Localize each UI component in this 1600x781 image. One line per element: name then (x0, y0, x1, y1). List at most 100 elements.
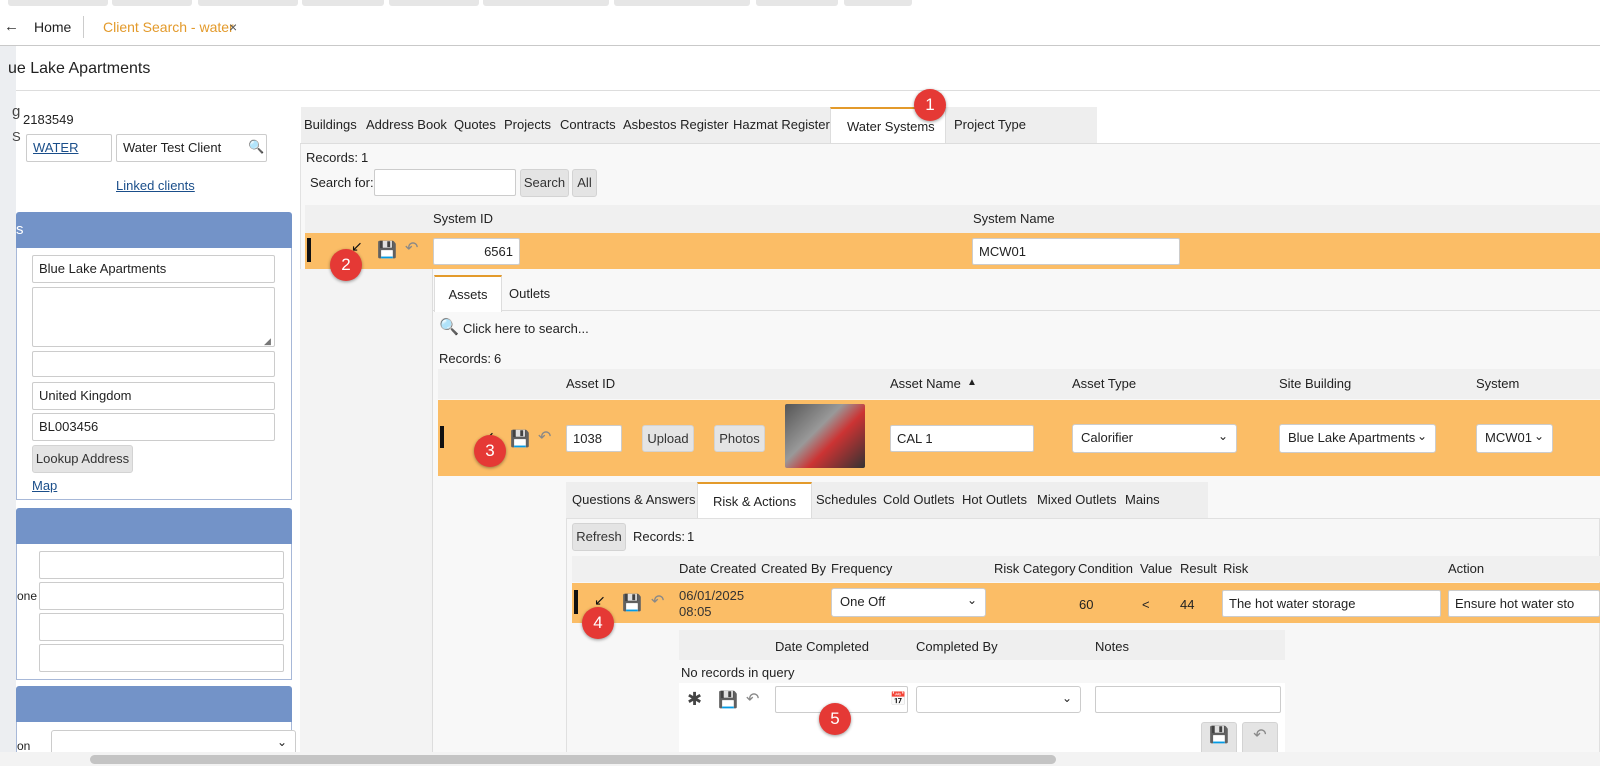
lookup-address-button[interactable]: Lookup Address (32, 445, 133, 473)
tab-buildings[interactable]: Buildings (298, 107, 363, 143)
system-id-field[interactable]: 6561 (433, 238, 520, 265)
tab-address-book[interactable]: Address Book (360, 107, 453, 143)
map-link[interactable]: Map (32, 478, 57, 493)
undo-icon[interactable]: ↶ (746, 689, 759, 709)
completed-by-select[interactable]: ⌄ (916, 686, 1081, 713)
col-frequency[interactable]: Frequency (831, 561, 892, 576)
col-site-building[interactable]: Site Building (1279, 376, 1351, 391)
action-textarea[interactable]: Ensure hot water sto (1448, 590, 1600, 617)
undo-icon[interactable]: ↶ (405, 238, 418, 258)
postcode-field[interactable]: BL003456 (32, 413, 275, 441)
tab-schedules[interactable]: Schedules (810, 482, 883, 518)
search-icon[interactable]: 🔍 (248, 139, 264, 155)
step-badge-2: 2 (330, 249, 362, 281)
tab-cold-outlets[interactable]: Cold Outlets (877, 482, 961, 518)
systems-search-input[interactable] (374, 169, 516, 196)
tab-mixed-outlets[interactable]: Mixed Outlets (1031, 482, 1122, 518)
close-tab-icon[interactable]: × (229, 19, 237, 35)
third-panel-header[interactable] (16, 686, 292, 722)
undo-icon[interactable]: ↶ (1242, 722, 1278, 755)
client-name-field[interactable]: Water Test Client (116, 134, 267, 162)
save-icon[interactable]: 💾 (1201, 722, 1237, 755)
system-select[interactable]: MCW01 ⌄ (1476, 424, 1553, 453)
col-action[interactable]: Action (1448, 561, 1484, 576)
client-search-tab[interactable]: Client Search - water (103, 19, 234, 35)
row-selector[interactable] (307, 238, 311, 262)
tab-assets[interactable]: Assets (434, 275, 502, 312)
asset-search-link[interactable]: Click here to search... (463, 321, 589, 336)
calendar-icon[interactable]: 📅 (890, 691, 906, 707)
address-lines-textarea[interactable] (32, 287, 275, 347)
tab-outlets[interactable]: Outlets (509, 286, 550, 301)
col-asset-type[interactable]: Asset Type (1072, 376, 1136, 391)
contact-panel-header[interactable] (16, 508, 292, 544)
home-tab[interactable]: Home (34, 19, 71, 35)
undo-icon[interactable]: ↶ (538, 427, 551, 447)
tab-hazmat-register[interactable]: Hazmat Register (727, 107, 836, 143)
tab-quotes[interactable]: Quotes (448, 107, 502, 143)
col-risk[interactable]: Risk (1223, 561, 1248, 576)
tab-project-type-restrictions[interactable]: Project Type Restrictions (948, 107, 1098, 168)
refresh-button[interactable]: Refresh (572, 523, 626, 551)
row-selector[interactable] (440, 426, 444, 448)
save-icon[interactable]: 💾 (718, 690, 738, 710)
col-notes[interactable]: Notes (1095, 639, 1129, 654)
tab-asbestos-register[interactable]: Asbestos Register (617, 107, 735, 143)
new-record-asterisk-icon[interactable]: ✱ (687, 689, 702, 710)
save-icon[interactable]: 💾 (510, 429, 530, 449)
contact-field-4[interactable] (39, 644, 284, 672)
horizontal-scrollbar-thumb[interactable] (90, 755, 1056, 764)
address-town-field[interactable] (32, 351, 275, 377)
col-system-name[interactable]: System Name (973, 211, 1055, 226)
row-selector[interactable] (574, 590, 578, 614)
tab-questions-answers[interactable]: Questions & Answers (566, 482, 702, 518)
back-arrow-icon[interactable]: ← (4, 18, 19, 35)
col-risk-category[interactable]: Risk Category (994, 561, 1076, 576)
notes-textarea[interactable] (1095, 686, 1281, 713)
asset-id-field[interactable]: 1038 (566, 425, 622, 452)
site-building-select[interactable]: Blue Lake Apartments ⌄ (1279, 424, 1436, 453)
asset-photo-thumbnail[interactable] (785, 404, 865, 468)
address-country-field[interactable]: United Kingdom (32, 382, 275, 410)
sort-ascending-icon[interactable]: ▲ (967, 377, 977, 388)
col-asset-id[interactable]: Asset ID (566, 376, 615, 391)
tab-contracts[interactable]: Contracts (554, 107, 622, 143)
col-system[interactable]: System (1476, 376, 1519, 391)
col-created-by[interactable]: Created By (761, 561, 826, 576)
upload-button[interactable]: Upload (642, 425, 694, 452)
client-code-field[interactable]: WATER (26, 134, 112, 162)
tab-hot-outlets[interactable]: Hot Outlets (956, 482, 1033, 518)
magnifier-icon[interactable]: 🔍 (439, 317, 459, 337)
col-value[interactable]: Value (1140, 561, 1172, 576)
tab-mains-outlets[interactable]: Mains Outlets (1119, 482, 1208, 543)
col-completed-by[interactable]: Completed By (916, 639, 998, 654)
system-name-field[interactable]: MCW01 (972, 238, 1180, 265)
client-code-link[interactable]: WATER (33, 140, 79, 155)
col-condition[interactable]: Condition (1078, 561, 1133, 576)
asset-name-field[interactable]: CAL 1 (890, 425, 1034, 452)
col-date-created[interactable]: Date Created (679, 561, 756, 576)
phone-field[interactable] (39, 582, 284, 610)
all-button[interactable]: All (572, 169, 597, 197)
linked-clients-link[interactable]: Linked clients (116, 178, 195, 193)
photos-button[interactable]: Photos (714, 425, 765, 452)
frequency-select[interactable]: One Off ⌄ (831, 588, 986, 617)
step-badge-4: 4 (582, 607, 614, 639)
tab-projects[interactable]: Projects (498, 107, 557, 143)
col-system-id[interactable]: System ID (433, 211, 493, 226)
risk-textarea[interactable]: The hot water storage (1222, 590, 1441, 617)
save-icon[interactable]: 💾 (622, 593, 642, 613)
col-asset-name[interactable]: Asset Name (890, 376, 961, 391)
col-result[interactable]: Result (1180, 561, 1217, 576)
undo-icon[interactable]: ↶ (651, 591, 664, 611)
tab-risk-actions[interactable]: Risk & Actions (697, 482, 813, 518)
col-date-completed[interactable]: Date Completed (775, 639, 869, 654)
resize-handle-icon[interactable]: ◢ (264, 336, 271, 347)
asset-type-select[interactable]: Calorifier ⌄ (1072, 424, 1237, 453)
contact-field-3[interactable] (39, 613, 284, 641)
address-panel-header[interactable]: s (16, 212, 292, 248)
contact-field-1[interactable] (39, 551, 284, 579)
save-icon[interactable]: 💾 (377, 240, 397, 260)
address-name-field[interactable]: Blue Lake Apartments (32, 255, 275, 283)
search-button[interactable]: Search (520, 169, 569, 197)
